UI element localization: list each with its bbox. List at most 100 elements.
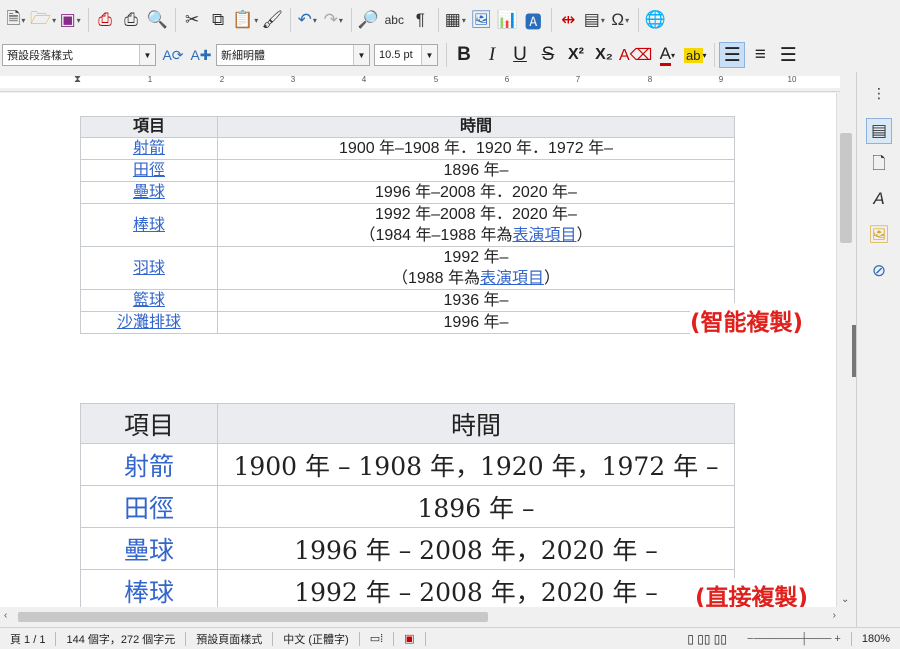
sport-link[interactable]: 射箭 [133,140,165,157]
sport-link[interactable]: 沙灘排球 [117,314,181,331]
sport-link[interactable]: 羽球 [133,260,165,277]
table-row: 射箭 1900 年–1908 年．1920 年．1972 年– [80,137,735,160]
demo-event-link[interactable]: 表演項目 [512,227,576,244]
print-preview-icon: 🔍 [146,10,168,29]
insert-chart-button[interactable]: 📊 [495,6,519,34]
redo-button[interactable]: ↷ ▾ [321,6,345,34]
vertical-scroll-thumb[interactable] [840,133,852,243]
horizontal-scroll-thumb[interactable] [18,612,488,622]
sidebar-navigator-button[interactable]: ⊘ [866,258,892,284]
horizontal-scrollbar[interactable]: ‹ › [0,607,840,627]
copy-icon: ⧉ [212,10,225,29]
sport-link[interactable]: 棒球 [124,578,174,607]
save-button[interactable]: ▣ ▾ [58,6,82,34]
superscript-button[interactable]: X² [563,42,589,68]
insert-image-button[interactable]: 🖼 [469,6,493,34]
paste-button[interactable]: 📋 ▾ [232,6,258,34]
sport-link[interactable]: 壘球 [124,536,174,565]
font-size-combo[interactable]: 10.5 pt ▼ [374,44,438,66]
sidebar-menu-button[interactable]: ⋮ [866,80,892,106]
clear-formatting-button[interactable]: A⌫ [619,42,652,68]
smart-copy-label: (智能複製) [690,303,804,337]
strikethrough-button[interactable]: S [535,42,561,68]
time-cell: 1996 年– [443,314,509,331]
horizontal-ruler[interactable]: ⧗ 1 2 3 4 5 6 7 8 9 10 [0,72,840,92]
page-style[interactable]: 預設頁面樣式 [186,631,272,647]
paragraph-style-combo[interactable]: 預設段落樣式 ▼ [2,44,156,66]
underline-button[interactable]: U [507,42,533,68]
sidebar-gallery-button[interactable]: 🖼 [866,222,892,248]
ruler-tick: 1 [147,75,153,84]
update-style-button[interactable]: A⟳ [160,42,186,68]
special-character-button[interactable]: Ω ▾ [608,6,632,34]
sport-link[interactable]: 田徑 [133,162,165,179]
sidebar-styles-button[interactable]: A [866,186,892,212]
insert-field-button[interactable]: ▤ ▾ [582,6,606,34]
highlight-color-button[interactable]: ab ▾ [682,42,708,68]
print-preview-button[interactable]: 🔍 [145,6,169,34]
document-canvas[interactable]: 項目 時間 射箭 1900 年–1908 年．1920 年．1972 年– 田徑… [0,93,836,607]
sport-link[interactable]: 射箭 [124,452,174,481]
indent-marker-icon[interactable]: ⧗ [74,74,81,85]
insert-textbox-button[interactable]: 🅰 [521,6,545,34]
hyperlink-button[interactable]: 🌐 [643,6,667,34]
chevron-right-icon[interactable]: › [833,610,836,621]
align-center-icon: ≡ [754,44,766,65]
open-folder-icon: 🗁 [30,8,52,28]
undo-button[interactable]: ↶ ▾ [295,6,319,34]
sport-link[interactable]: 棒球 [133,217,165,234]
subscript-button[interactable]: X₂ [591,42,617,68]
chevron-down-icon[interactable]: ▼ [353,45,369,65]
chevron-down-icon[interactable]: ▼ [139,45,155,65]
italic-button[interactable]: I [479,42,505,68]
time-cell: 1896 年– [443,162,509,179]
word-count[interactable]: 144 個字，272 個字元 [56,631,185,647]
table-row: 籃球 1936 年– [80,289,735,312]
zoom-level[interactable]: 180% [852,633,900,645]
view-layout-icon[interactable]: ▯ ▯▯ ▯▯ [677,632,737,646]
font-color-icon: A [659,44,671,66]
document-modified-icon[interactable]: ▣ [394,632,424,645]
print-button[interactable]: ⎙ [119,6,143,34]
page-break-button[interactable]: ⇹ [556,6,580,34]
chevron-left-icon[interactable]: ‹ [4,610,7,621]
align-center-button[interactable]: ≡ [747,42,773,68]
clone-formatting-button[interactable]: 🖌 [260,6,284,34]
chevron-down-icon[interactable]: ⌄ [841,594,849,605]
new-document-button[interactable]: 🗎 ▾ [4,6,28,34]
sport-link[interactable]: 田徑 [124,494,174,523]
copy-button[interactable]: ⧉ [206,6,230,34]
text-language[interactable]: 中文 (正體字) [273,631,358,647]
new-document-icon: 🗎 [6,8,21,28]
export-pdf-button[interactable]: ⎙ [93,6,117,34]
time-cell: 1992 年 – 2008 年，2020 年 – [217,569,735,607]
sport-link[interactable]: 籃球 [133,292,165,309]
time-cell: 1936 年– [443,292,509,309]
sidebar-page-button[interactable]: 🗋 [866,152,892,178]
sport-link[interactable]: 壘球 [133,184,165,201]
styles-icon: A [873,189,885,208]
find-replace-button[interactable]: 🔎 [356,6,380,34]
insert-table-button[interactable]: ▦ ▾ [443,6,467,34]
demo-event-link[interactable]: 表演項目 [480,270,544,287]
sidebar-properties-button[interactable]: ▤ [866,118,892,144]
align-right-button[interactable]: ☰ [775,42,801,68]
ruler-tick: 5 [433,75,439,84]
time-cell: 1992 年–2008 年．2020 年– [375,206,577,223]
properties-icon: ▤ [870,121,888,140]
formatting-marks-button[interactable]: ¶ [408,6,432,34]
bold-button[interactable]: B [451,42,477,68]
cut-button[interactable]: ✂ [180,6,204,34]
page-number[interactable]: 頁 1 / 1 [0,631,55,647]
zoom-slider[interactable]: −──────┼─── + [737,633,851,645]
chevron-down-icon[interactable]: ▼ [421,45,437,65]
insert-image-icon: 🖼 [470,10,493,29]
open-button[interactable]: 🗁 ▾ [30,6,56,34]
selection-mode-icon[interactable]: ▭⁞ [360,632,393,645]
new-style-button[interactable]: A✚ [188,42,214,68]
align-left-button[interactable]: ☰ [719,42,746,68]
font-color-button[interactable]: A ▾ [654,42,680,68]
spelling-button[interactable]: abc [382,6,406,34]
font-name-value: 新細明體 [221,50,265,62]
font-name-combo[interactable]: 新細明體 ▼ [216,44,370,66]
